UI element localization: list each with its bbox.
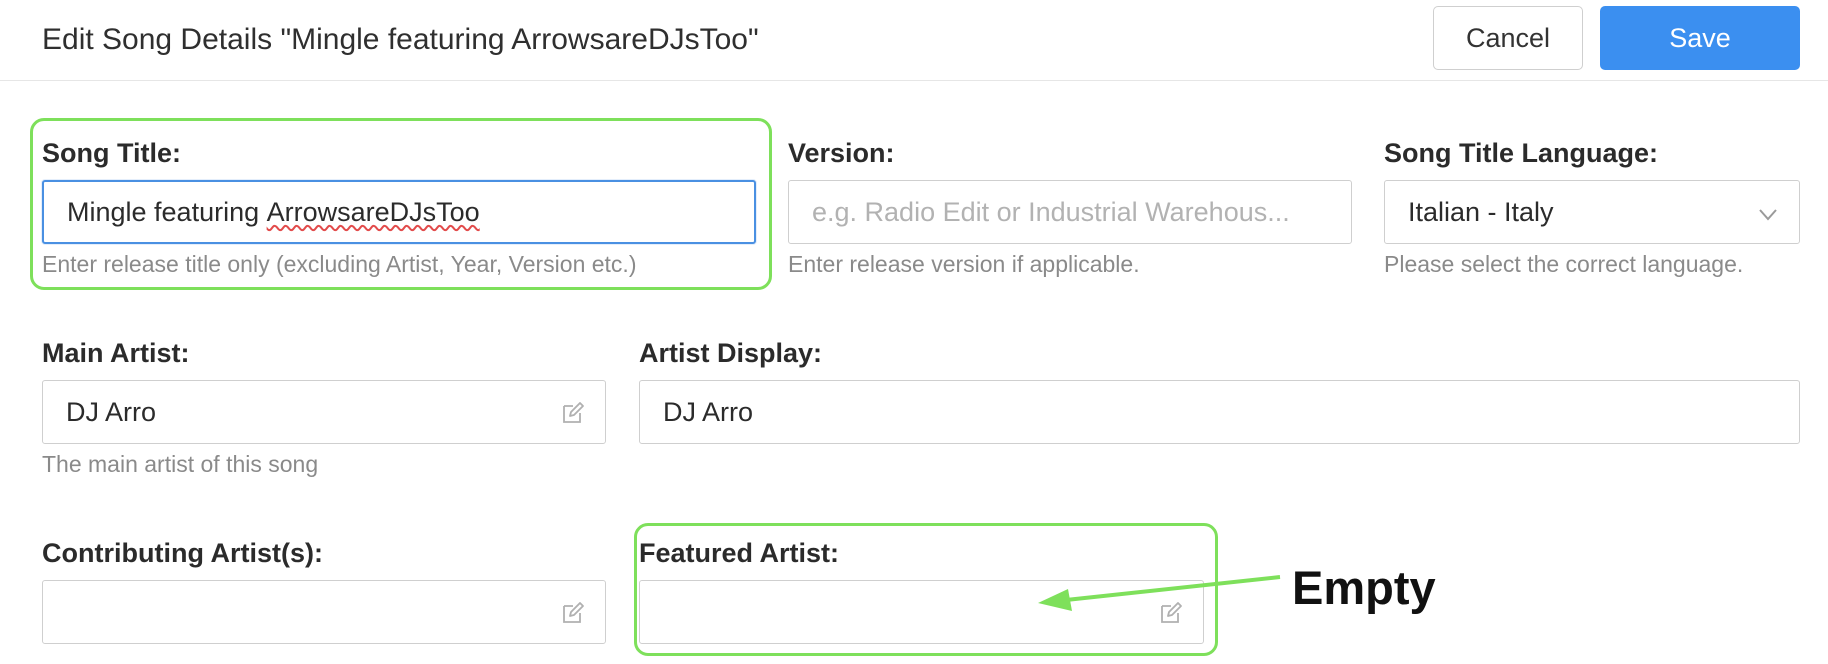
cancel-button[interactable]: Cancel [1433, 6, 1583, 70]
contributing-artists-label: Contributing Artist(s): [42, 538, 323, 568]
version-help: Enter release version if applicable. [788, 251, 1140, 277]
song-title-label: Song Title: [42, 138, 181, 168]
main-artist-label: Main Artist: [42, 338, 190, 368]
main-artist-value: DJ Arro [66, 396, 157, 427]
header-bar: Edit Song Details "Mingle featuring Arro… [0, 0, 1828, 81]
song-title-language-label: Song Title Language: [1384, 138, 1659, 168]
edit-icon[interactable] [561, 401, 585, 425]
version-placeholder: e.g. Radio Edit or Industrial Warehous..… [812, 196, 1290, 227]
song-title-input[interactable]: Mingle featuring ArrowsareDJsToo [42, 180, 756, 244]
song-title-language-select[interactable]: Italian - Italy [1384, 180, 1800, 244]
contributing-artists-input[interactable] [42, 580, 606, 644]
song-title-help: Enter release title only (excluding Arti… [42, 251, 637, 277]
annotation-arrow [1038, 575, 1281, 611]
main-artist-input[interactable]: DJ Arro [42, 380, 606, 444]
song-title-language-selected: Italian - Italy [1408, 196, 1554, 227]
edit-icon[interactable] [561, 601, 585, 625]
version-label: Version: [788, 138, 895, 168]
annotation-label: Empty [1292, 561, 1436, 614]
featured-artist-label: Featured Artist: [639, 538, 840, 568]
chevron-down-icon [1759, 209, 1777, 221]
page-title: Edit Song Details "Mingle featuring Arro… [42, 23, 759, 56]
artist-display-label: Artist Display: [639, 338, 823, 368]
version-input[interactable]: e.g. Radio Edit or Industrial Warehous..… [788, 180, 1352, 244]
song-title-value-misspelled: ArrowsareDJsToo [266, 196, 480, 227]
save-button[interactable]: Save [1600, 6, 1800, 70]
artist-display-value: DJ Arro [663, 396, 754, 427]
song-title-language-help: Please select the correct language. [1384, 251, 1744, 277]
song-title-value-prefix: Mingle featuring [67, 196, 267, 227]
artist-display-input[interactable]: DJ Arro [639, 380, 1800, 444]
main-artist-help: The main artist of this song [42, 451, 319, 477]
